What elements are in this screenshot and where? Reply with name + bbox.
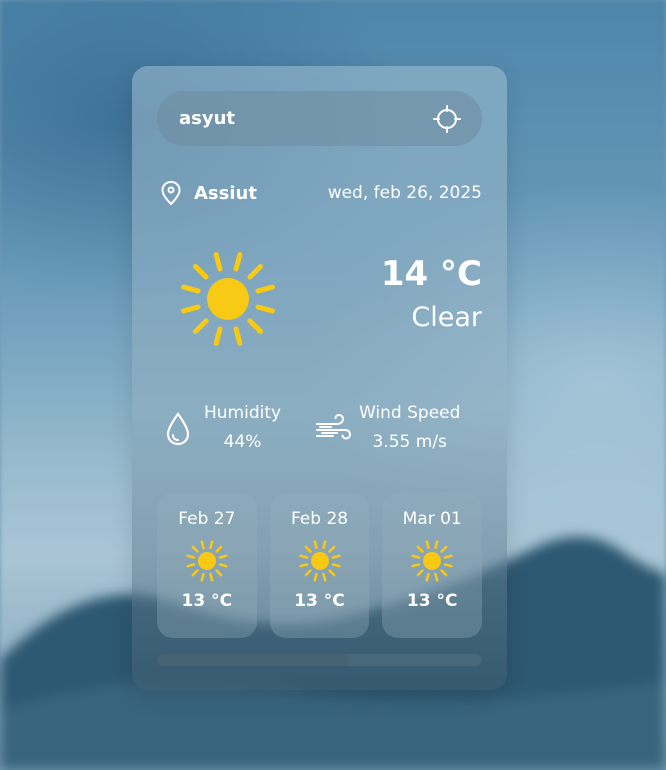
search-input[interactable] <box>177 107 432 130</box>
sun-icon <box>411 540 453 582</box>
location-pin-icon <box>160 179 184 207</box>
sun-icon <box>186 540 228 582</box>
weather-card: Assiut wed, feb 26, 2025 14 °C Clear Hum… <box>132 66 507 690</box>
current-date: wed, feb 26, 2025 <box>327 183 482 203</box>
forecast-temperature: 13 °C <box>406 591 458 611</box>
locate-button[interactable] <box>432 104 462 134</box>
forecast-date: Mar 01 <box>402 509 462 529</box>
sun-icon <box>298 540 341 582</box>
current-condition: Clear <box>411 302 482 333</box>
forecast-list: Feb 27 13 °C Feb 28 13 °C Mar 01 13 °C <box>157 493 483 638</box>
wind-stat: Wind Speed 3.55 m/s <box>315 400 460 458</box>
scrollbar-thumb[interactable] <box>157 654 349 666</box>
location-row: Assiut wed, feb 26, 2025 <box>160 178 482 208</box>
humidity-label: Humidity <box>204 403 282 423</box>
droplet-icon <box>160 409 196 449</box>
sun-icon <box>181 252 275 346</box>
city-name: Assiut <box>194 182 257 204</box>
forecast-item[interactable]: Feb 27 13 °C <box>157 493 257 638</box>
wind-speed-label: Wind Speed <box>359 403 461 423</box>
crosshair-icon <box>433 104 461 133</box>
humidity-stat: Humidity 44% <box>160 400 281 458</box>
wind-icon <box>315 409 351 449</box>
forecast-date: Feb 27 <box>178 509 236 529</box>
humidity-value: 44% <box>223 432 262 452</box>
wind-speed-value: 3.55 m/s <box>372 432 447 452</box>
forecast-temperature: 13 °C <box>294 591 345 611</box>
forecast-temperature: 13 °C <box>181 591 233 611</box>
current-temperature: 14 °C <box>380 254 482 294</box>
forecast-item[interactable]: Mar 01 13 °C <box>382 493 483 638</box>
forecast-item[interactable]: Feb 28 13 °C <box>269 493 370 638</box>
forecast-scrollbar[interactable] <box>157 654 482 666</box>
forecast-date: Feb 28 <box>290 509 349 529</box>
search-bar <box>157 91 482 146</box>
